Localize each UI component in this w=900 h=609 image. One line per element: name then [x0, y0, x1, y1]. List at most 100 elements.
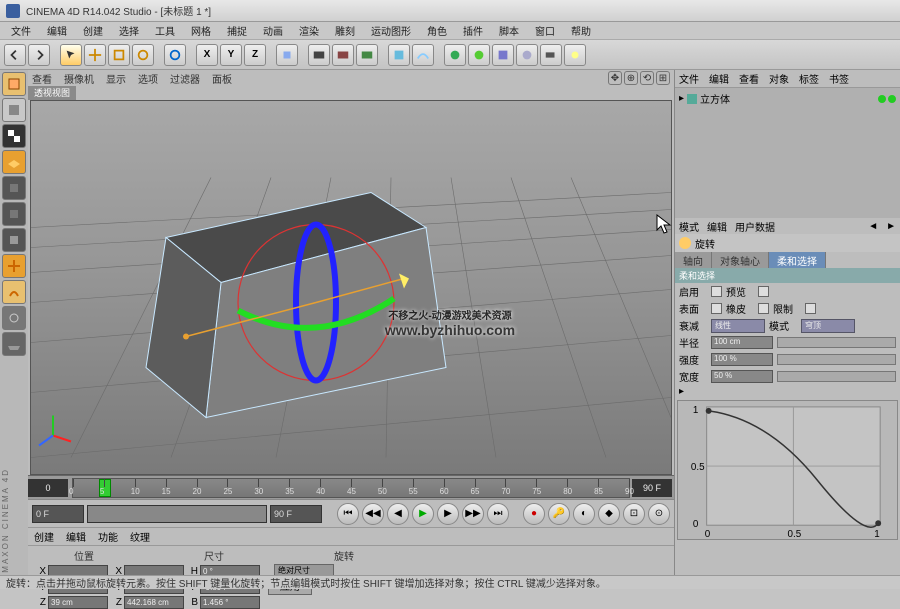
model-mode-button[interactable] [2, 98, 26, 122]
menu-plugins[interactable]: 插件 [456, 22, 490, 39]
expand-icon[interactable]: ▸ [679, 93, 684, 104]
rot-b-field[interactable] [200, 596, 260, 609]
add-modeling-button[interactable] [468, 44, 490, 66]
rtab-view[interactable]: 查看 [739, 71, 759, 86]
record-button[interactable]: ● [523, 503, 545, 525]
vp-nav-1-icon[interactable]: ✥ [608, 71, 622, 85]
menu-file[interactable]: 文件 [4, 22, 38, 39]
coord-system-button[interactable] [276, 44, 298, 66]
polygon-mode-button[interactable] [2, 228, 26, 252]
prev-frame-button[interactable]: ◀ [387, 503, 409, 525]
prev-key-button[interactable]: ◀◀ [362, 503, 384, 525]
menu-snap[interactable]: 捕捉 [220, 22, 254, 39]
menu-create[interactable]: 创建 [76, 22, 110, 39]
keyopt-4-button[interactable]: ⊙ [648, 503, 670, 525]
tab-softsel[interactable]: 柔和选择 [769, 252, 826, 268]
menu-help[interactable]: 帮助 [564, 22, 598, 39]
width-slider[interactable] [777, 371, 896, 382]
tab-axis[interactable]: 轴向 [675, 252, 712, 268]
vtab-options[interactable]: 选项 [138, 71, 158, 86]
menu-tools[interactable]: 工具 [148, 22, 182, 39]
radius-slider[interactable] [777, 337, 896, 348]
width-field[interactable]: 50 % [711, 370, 773, 383]
vtab-camera[interactable]: 摄像机 [64, 71, 94, 86]
goto-end-button[interactable]: ⏭ [487, 503, 509, 525]
radius-field[interactable]: 100 cm [711, 336, 773, 349]
size-z-field[interactable] [124, 596, 184, 609]
add-deformer-button[interactable] [492, 44, 514, 66]
axis-mode-button[interactable] [2, 254, 26, 278]
vp-nav-4-icon[interactable]: ⊞ [656, 71, 670, 85]
falloff-graph[interactable]: 1 0.5 0 0 0.5 1 [677, 400, 898, 540]
timeline[interactable]: 0 051015202530354045505560657075808590 9… [28, 475, 674, 499]
add-generator-button[interactable] [444, 44, 466, 66]
chk-surface[interactable] [711, 303, 722, 314]
object-item-cube[interactable]: ▸ 立方体 [677, 90, 898, 107]
strength-slider[interactable] [777, 354, 896, 365]
attr-nav-fwd-icon[interactable]: ► [886, 221, 896, 232]
frame-start-field[interactable]: 0 F [32, 505, 84, 523]
rtab-file[interactable]: 文件 [679, 71, 699, 86]
falloff-dropdown[interactable]: 线性 [711, 319, 765, 333]
menu-edit[interactable]: 编辑 [40, 22, 74, 39]
vp-nav-3-icon[interactable]: ⟲ [640, 71, 654, 85]
next-key-button[interactable]: ▶▶ [462, 503, 484, 525]
workplane-button[interactable] [2, 150, 26, 174]
rtab-tags[interactable]: 标签 [799, 71, 819, 86]
add-environment-button[interactable] [516, 44, 538, 66]
keyopt-2-button[interactable]: ◆ [598, 503, 620, 525]
add-light-button[interactable] [564, 44, 586, 66]
make-editable-button[interactable] [2, 72, 26, 96]
frame-end-field[interactable]: 90 F [270, 505, 322, 523]
object-tree[interactable]: ▸ 立方体 [675, 88, 900, 218]
vtab-view[interactable]: 查看 [32, 71, 52, 86]
edge-mode-button[interactable] [2, 202, 26, 226]
menu-render[interactable]: 渲染 [292, 22, 326, 39]
add-camera-button[interactable] [540, 44, 562, 66]
menu-mograph[interactable]: 运动图形 [364, 22, 418, 39]
menu-select[interactable]: 选择 [112, 22, 146, 39]
vtab-panel[interactable]: 面板 [212, 71, 232, 86]
strength-field[interactable]: 100 % [711, 353, 773, 366]
rtab-objects[interactable]: 对象 [769, 71, 789, 86]
redo-button[interactable] [28, 44, 50, 66]
keyopt-1-button[interactable]: ◐ [573, 503, 595, 525]
play-button[interactable]: ▶ [412, 503, 434, 525]
add-primitive-button[interactable] [388, 44, 410, 66]
goto-start-button[interactable]: ⏮ [337, 503, 359, 525]
vtab-filter[interactable]: 过滤器 [170, 71, 200, 86]
axis-y-button[interactable]: Y [220, 44, 242, 66]
rotate-tool[interactable] [132, 44, 154, 66]
attr-mode[interactable]: 模式 [679, 219, 699, 234]
menu-window[interactable]: 窗口 [528, 22, 562, 39]
pos-z-field[interactable] [48, 596, 108, 609]
vtab-display[interactable]: 显示 [106, 71, 126, 86]
attr-edit[interactable]: 编辑 [707, 219, 727, 234]
workplane-lock-button[interactable] [2, 332, 26, 356]
attr-userdata[interactable]: 用户数据 [735, 219, 775, 234]
timeline-start[interactable]: 0 [28, 479, 68, 497]
keyopt-3-button[interactable]: ⊡ [623, 503, 645, 525]
rtab-edit[interactable]: 编辑 [709, 71, 729, 86]
select-tool[interactable] [60, 44, 82, 66]
render-settings-button[interactable] [356, 44, 378, 66]
attr-nav-back-icon[interactable]: ◄ [868, 221, 878, 232]
menu-character[interactable]: 角色 [420, 22, 454, 39]
recent-tool[interactable] [164, 44, 186, 66]
chk-enable[interactable] [711, 286, 722, 297]
scale-tool[interactable] [108, 44, 130, 66]
tweak-button[interactable] [2, 280, 26, 304]
render-view-button[interactable] [308, 44, 330, 66]
undo-button[interactable] [4, 44, 26, 66]
timeline-end[interactable]: 90 F [632, 479, 672, 497]
menu-mesh[interactable]: 网格 [184, 22, 218, 39]
axis-x-button[interactable]: X [196, 44, 218, 66]
viewport[interactable] [30, 100, 672, 475]
menu-script[interactable]: 脚本 [492, 22, 526, 39]
move-tool[interactable] [84, 44, 106, 66]
expand-curve-icon[interactable]: ▸ [679, 386, 684, 397]
next-frame-button[interactable]: ▶ [437, 503, 459, 525]
add-spline-button[interactable] [412, 44, 434, 66]
mtab-create[interactable]: 创建 [34, 529, 54, 544]
timeline-ruler[interactable]: 051015202530354045505560657075808590 [72, 478, 630, 498]
